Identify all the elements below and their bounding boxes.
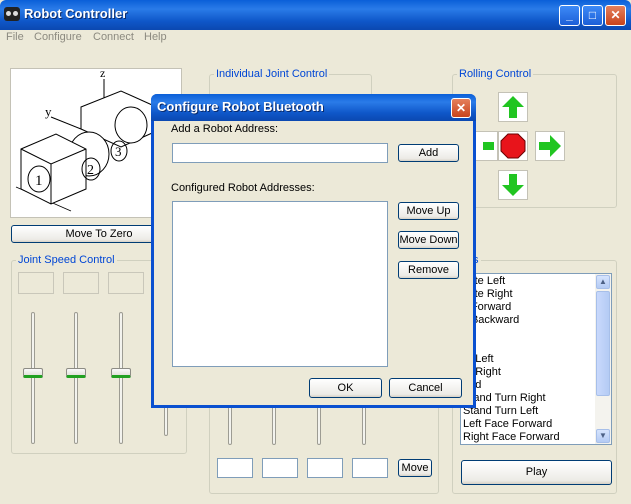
menu-connect[interactable]: Connect [93,31,134,43]
joint-slider-4-track[interactable] [362,405,366,445]
window-title: Robot Controller [24,6,128,21]
menu-configure[interactable]: Configure [34,31,82,43]
joint-speed-field-2[interactable] [63,272,99,294]
configured-addresses-list[interactable] [172,201,388,367]
menu-file[interactable]: File [6,31,24,43]
stop-button[interactable] [498,131,528,161]
arrow-down-icon [502,174,524,196]
rolling-control-title: Rolling Control [459,68,532,80]
joint-slider-2-track[interactable] [272,405,276,445]
joint-speed-title: Joint Speed Control [18,254,115,266]
actions-list[interactable]: cate Left cate Right ll Forward ll Backw… [460,273,612,445]
maximize-button[interactable]: □ [582,5,603,26]
joint-2-label: 2 [87,163,94,178]
dialog-title-bar[interactable]: Configure Robot Bluetooth ✕ [151,94,476,121]
list-item[interactable]: Right Face Forward [463,431,560,443]
arrow-up-icon [502,96,524,118]
move-up-button[interactable]: Move Up [398,202,459,220]
title-bar[interactable]: Robot Controller _ □ ✕ [0,0,631,30]
roll-right-button[interactable] [535,131,565,161]
joint-slider-3-track[interactable] [317,405,321,445]
joint-speed-slider-1-track[interactable] [31,312,35,444]
joint-1-label: 1 [35,173,43,189]
robot-app-icon [4,7,20,21]
menu-help[interactable]: Help [144,31,167,43]
roll-backward-button[interactable] [498,170,528,200]
ok-button[interactable]: OK [309,378,382,398]
add-address-label: Add a Robot Address: [171,123,279,135]
cancel-button[interactable]: Cancel [389,378,462,398]
add-button[interactable]: Add [398,144,459,162]
scroll-up-icon[interactable]: ▲ [596,275,610,289]
joint-speed-slider-3-thumb[interactable] [111,368,131,378]
axis-z-label: z [100,69,105,80]
joint-speed-slider-2-thumb[interactable] [66,368,86,378]
play-button[interactable]: Play [461,460,612,485]
robot-address-input[interactable] [172,143,388,163]
arrow-right-icon [539,135,561,157]
joint-field-3[interactable] [307,458,343,478]
axis-y-label: y [45,104,52,119]
list-item[interactable]: Left Face Forward [463,418,552,430]
scroll-down-icon[interactable]: ▼ [596,429,610,443]
minimize-button[interactable]: _ [559,5,580,26]
joint-speed-slider-1-thumb[interactable] [23,368,43,378]
dialog-title: Configure Robot Bluetooth [157,99,324,114]
roll-forward-button[interactable] [498,92,528,122]
joint-speed-field-3[interactable] [108,272,144,294]
scroll-thumb[interactable] [596,291,610,396]
remove-button[interactable]: Remove [398,261,459,279]
close-button[interactable]: ✕ [605,5,626,26]
joint-slider-1-track[interactable] [228,405,232,445]
individual-joint-title: Individual Joint Control [216,68,328,80]
joint-speed-slider-3-track[interactable] [119,312,123,444]
actions-scrollbar[interactable]: ▲ ▼ [595,274,611,444]
joint-speed-slider-2-track[interactable] [74,312,78,444]
joint-3-label: 3 [115,144,122,159]
move-button[interactable]: Move [398,459,432,477]
joint-field-1[interactable] [217,458,253,478]
menu-bar: File Configure Connect Help [0,30,631,46]
joint-field-4[interactable] [352,458,388,478]
dialog-close-button[interactable]: ✕ [451,98,471,118]
configured-addresses-label: Configured Robot Addresses: [171,182,315,194]
stop-icon [500,133,526,159]
joint-speed-field-1[interactable] [18,272,54,294]
move-down-button[interactable]: Move Down [398,231,459,249]
joint-field-2[interactable] [262,458,298,478]
configure-bluetooth-dialog: Configure Robot Bluetooth ✕ Add a Robot … [151,94,476,408]
